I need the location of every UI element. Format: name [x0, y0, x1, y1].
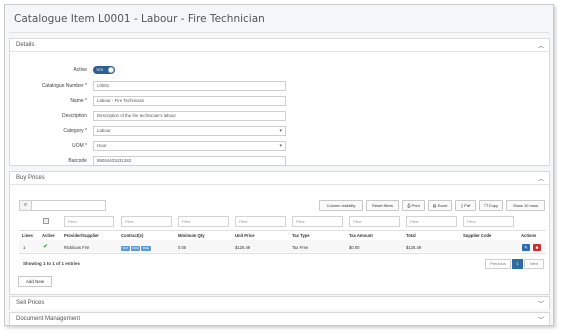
chevron-down-icon[interactable]: ﹀ [538, 299, 544, 308]
details-panel: Details ︿ Active YES Catalogue Number * … [9, 38, 550, 166]
buy-prices-panel-header[interactable]: Buy Prices ︿ [10, 172, 549, 185]
barcode-label: Barcode [68, 158, 87, 164]
show-rows-button[interactable]: Show 10 rows [506, 200, 545, 211]
excel-label: Excel [437, 203, 448, 208]
col-tax-amount[interactable]: Tax Amount [349, 233, 373, 238]
cell-unit-price: $125.49 [235, 245, 251, 250]
reset-filters-button[interactable]: Reset filters [366, 200, 399, 211]
filter-contracts[interactable]: Filter [121, 216, 172, 227]
toggle-knob [108, 67, 114, 73]
cell-tax-type: Tax Free [292, 245, 309, 250]
col-contracts[interactable]: Contract(s) [121, 233, 143, 238]
filter-min-qty[interactable]: Filter [178, 216, 229, 227]
chevron-up-icon[interactable]: ︿ [538, 41, 544, 50]
chevron-down-icon[interactable]: ﹀ [538, 315, 544, 324]
add-new-button[interactable]: Add New [18, 276, 52, 287]
name-label: Name * [70, 98, 87, 104]
caret-down-icon: ▾ [279, 128, 282, 134]
filter-supplier-code[interactable]: Filter [463, 216, 514, 227]
col-tax-type[interactable]: Tax Type [292, 233, 310, 238]
page-title: Catalogue Item L0001 - Labour - Fire Tec… [14, 13, 265, 25]
pager-current[interactable]: 1 [512, 259, 523, 269]
pager-previous[interactable]: Previous [485, 259, 511, 269]
col-active[interactable]: Active [42, 233, 55, 238]
excel-icon: ▤ [432, 203, 437, 208]
cell-tax-amount: $0.00 [349, 245, 360, 250]
description-input[interactable]: Description of the fire technician's lab… [93, 111, 286, 121]
document-management-panel[interactable]: Document Management ﹀ [9, 312, 550, 325]
contract-tag: SST [121, 246, 130, 251]
col-total[interactable]: Total [406, 233, 416, 238]
excel-button[interactable]: ▤ Excel [428, 200, 452, 211]
cell-total: $125.49 [406, 245, 422, 250]
document-management-panel-header[interactable]: Document Management ﹀ [10, 313, 549, 325]
barcode-input[interactable]: 95054403431282 [93, 156, 286, 166]
column-visibility-button[interactable]: Column visibility [319, 200, 363, 211]
uom-value: Hour [97, 143, 107, 148]
buy-prices-panel-title: Buy Prices [16, 175, 45, 181]
contract-tag: FDM [130, 246, 141, 251]
active-label: Active [73, 67, 87, 73]
print-icon: ⎙ [407, 203, 411, 208]
main-window: Catalogue Item L0001 - Labour - Fire Tec… [4, 4, 554, 326]
uom-select[interactable]: Hour ▾ [93, 141, 286, 151]
pdf-button[interactable]: ▯ Pdf [455, 200, 476, 211]
sell-prices-panel-header[interactable]: Sell Prices ﹀ [10, 297, 549, 310]
copy-label: Copy [488, 203, 499, 208]
pager-next[interactable]: Next [524, 259, 544, 269]
details-panel-title: Details [16, 42, 35, 48]
filter-unit-price[interactable]: Filter [235, 216, 286, 227]
active-check-icon: ✔ [43, 244, 49, 250]
cell-min-qty: 0.00 [178, 245, 187, 250]
pdf-icon: ▯ [460, 203, 464, 208]
table-search[interactable]: ⌕ [19, 200, 106, 211]
col-min-qty[interactable]: Minimum Qty [178, 233, 205, 238]
col-supplier-code[interactable]: Supplier Code [463, 233, 491, 238]
col-lines[interactable]: Lines [22, 233, 33, 238]
sell-prices-panel[interactable]: Sell Prices ﹀ [9, 296, 550, 310]
header-divider [19, 230, 546, 231]
copy-button[interactable]: ❐ Copy [479, 200, 503, 211]
row-divider [19, 253, 546, 254]
description-label: Description [61, 113, 87, 119]
details-panel-header[interactable]: Details ︿ [10, 39, 549, 52]
category-label: Category * [63, 128, 87, 134]
category-value: Labour [97, 128, 111, 133]
title-divider [9, 32, 549, 33]
caret-down-icon: ▾ [279, 143, 282, 149]
col-unit-price[interactable]: Unit Price [235, 233, 255, 238]
filter-tax-type[interactable]: Filter [292, 216, 343, 227]
active-toggle-value: YES [96, 68, 104, 72]
copy-icon: ❐ [483, 203, 488, 208]
uom-label: UOM * [72, 143, 87, 149]
catalogue-number-input[interactable]: L0001 [93, 81, 286, 91]
delete-icon[interactable]: ■ [533, 244, 541, 251]
filter-provider[interactable]: Filter [64, 216, 114, 227]
category-select[interactable]: Labour ▾ [93, 126, 286, 136]
filter-tax-amount[interactable]: Filter [349, 216, 400, 227]
edit-icon[interactable]: ✎ [522, 244, 530, 251]
select-all-checkbox[interactable] [43, 218, 49, 224]
cell-line: 1 [23, 245, 26, 250]
active-toggle[interactable]: YES [93, 66, 115, 74]
filter-total[interactable]: Filter [406, 216, 457, 227]
table-row[interactable] [19, 240, 546, 252]
chevron-up-icon[interactable]: ︿ [538, 174, 544, 183]
sell-prices-panel-title: Sell Prices [16, 300, 45, 306]
catalogue-number-label: Catalogue Number * [41, 83, 87, 89]
col-actions: Actions [521, 233, 537, 238]
cell-contracts: SST FDM RSE [121, 245, 152, 251]
document-management-panel-title: Document Management [16, 316, 81, 322]
name-input[interactable]: Labour - Fire Technician [93, 96, 286, 106]
search-icon[interactable]: ⌕ [20, 201, 32, 210]
contract-tag: RSE [141, 246, 151, 251]
print-label: Print [411, 203, 420, 208]
print-button[interactable]: ⎙ Print [402, 200, 425, 211]
pdf-label: Pdf [464, 203, 471, 208]
cell-provider: Rickitous Fire [64, 245, 90, 250]
col-provider[interactable]: Provider/Supplier [64, 233, 99, 238]
showing-entries: Showing 1 to 1 of 1 entries [23, 261, 81, 266]
